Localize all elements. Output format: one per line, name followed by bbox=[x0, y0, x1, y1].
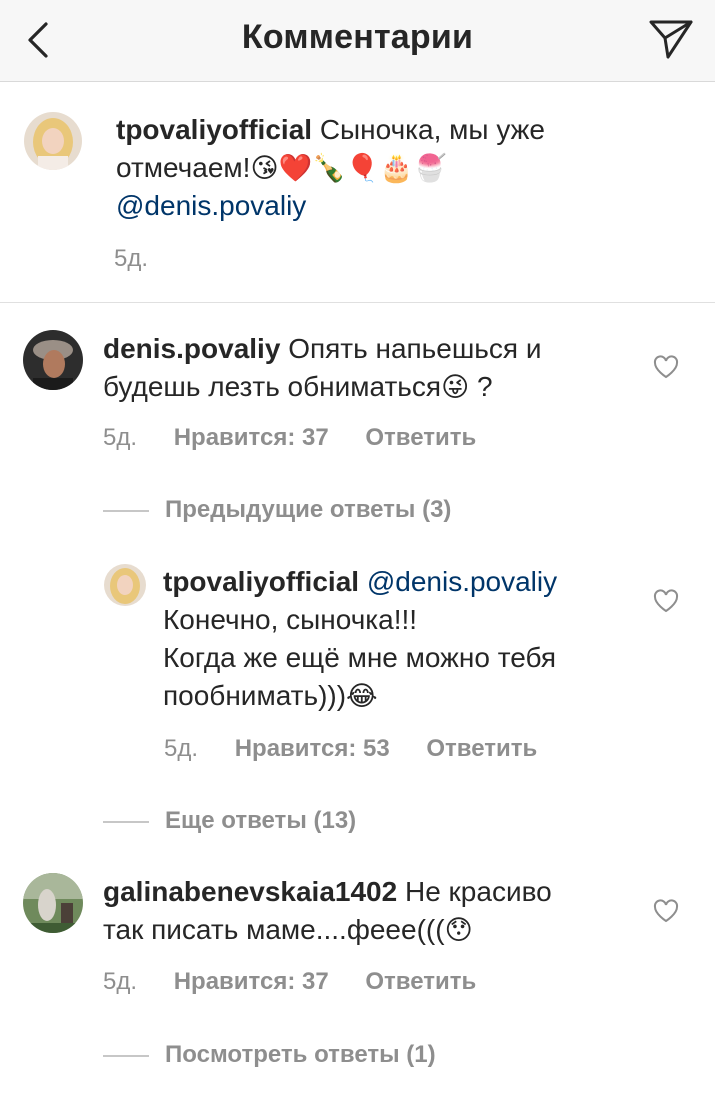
comment-likes[interactable]: Нравится: 37 bbox=[174, 424, 329, 451]
view-replies-label: Посмотреть ответы (1) bbox=[165, 1041, 436, 1068]
reply-line3: пообнимать))) bbox=[163, 680, 347, 711]
reply-meta: 5д. Нравится: 53 Ответить bbox=[164, 735, 567, 763]
reply-mention[interactable]: @denis.povaliy bbox=[367, 566, 557, 597]
comment-emoji: 😜 bbox=[441, 372, 470, 402]
caption-time: 5д. bbox=[114, 245, 149, 272]
comment-line2: так писать маме....феее((( bbox=[103, 914, 445, 945]
caption-meta: 5д. bbox=[114, 245, 178, 273]
reply-time: 5д. bbox=[164, 735, 199, 762]
heart-icon[interactable] bbox=[653, 899, 679, 923]
comment-likes[interactable]: Нравится: 37 bbox=[174, 968, 329, 995]
avatar[interactable] bbox=[23, 330, 83, 390]
reply-likes[interactable]: Нравится: 53 bbox=[235, 735, 390, 762]
reply-username[interactable]: tpovaliyofficial bbox=[163, 566, 359, 597]
avatar[interactable] bbox=[23, 873, 83, 933]
caption-emojis: 😘❤️🍾🎈🎂🍧 bbox=[250, 153, 447, 183]
comment-username[interactable]: denis.povaliy bbox=[103, 333, 280, 364]
caption-line1: Сыночка, мы уже bbox=[319, 114, 545, 145]
comment-time: 5д. bbox=[103, 968, 138, 995]
reply-button[interactable]: Ответить bbox=[426, 735, 537, 762]
comment-line2: будешь лезть обниматься bbox=[103, 371, 442, 402]
caption-text: tpovaliyofficial Сыночка, мы уже отмечае… bbox=[116, 111, 676, 225]
heart-icon[interactable] bbox=[653, 589, 679, 613]
previous-replies-link[interactable]: Предыдущие ответы (3) bbox=[103, 496, 451, 524]
reply-emoji: 😂 bbox=[346, 681, 378, 711]
view-replies-link[interactable]: Посмотреть ответы (1) bbox=[103, 1041, 436, 1069]
reply-line1: Конечно, сыночка!!! bbox=[163, 604, 418, 635]
more-replies-label: Еще ответы (13) bbox=[165, 807, 357, 834]
thread-line bbox=[103, 1054, 149, 1057]
comment-time: 5д. bbox=[103, 424, 138, 451]
comment-suffix: ? bbox=[469, 371, 493, 402]
thread-line bbox=[103, 509, 149, 512]
reply-button[interactable]: Ответить bbox=[365, 968, 476, 995]
page-title: Комментарии bbox=[241, 18, 474, 56]
thread-line bbox=[103, 820, 149, 823]
more-replies-link[interactable]: Еще ответы (13) bbox=[103, 807, 356, 835]
comment-meta: 5д. Нравится: 37 Ответить bbox=[103, 424, 506, 452]
caption-username[interactable]: tpovaliyofficial bbox=[116, 114, 312, 145]
reply-text: tpovaliyofficial @denis.povaliy Конечно,… bbox=[163, 563, 633, 715]
comment-emoji: 😯 bbox=[444, 915, 473, 945]
caption-mention[interactable]: @denis.povaliy bbox=[116, 190, 306, 221]
comment-username[interactable]: galinabenevskaia1402 bbox=[103, 876, 397, 907]
reply-line2: Когда же ещё мне можно тебя bbox=[163, 642, 557, 673]
post-caption: tpovaliyofficial Сыночка, мы уже отмечае… bbox=[0, 82, 715, 303]
avatar[interactable] bbox=[24, 112, 82, 170]
comment-text: denis.povaliy Опять напьешься и будешь л… bbox=[103, 330, 623, 406]
comment-text: galinabenevskaia1402 Не красиво так писа… bbox=[103, 873, 623, 949]
comment-line1: Опять напьешься и bbox=[288, 333, 542, 364]
header-bar: Комментарии bbox=[0, 0, 715, 82]
heart-icon[interactable] bbox=[653, 355, 679, 379]
comment-line1: Не красиво bbox=[404, 876, 552, 907]
caption-line2: отмечаем! bbox=[116, 152, 251, 183]
previous-replies-label: Предыдущие ответы (3) bbox=[165, 496, 452, 523]
avatar[interactable] bbox=[104, 564, 146, 606]
comment-meta: 5д. Нравится: 37 Ответить bbox=[103, 968, 506, 996]
reply-button[interactable]: Ответить bbox=[365, 424, 476, 451]
send-icon[interactable] bbox=[648, 18, 694, 60]
